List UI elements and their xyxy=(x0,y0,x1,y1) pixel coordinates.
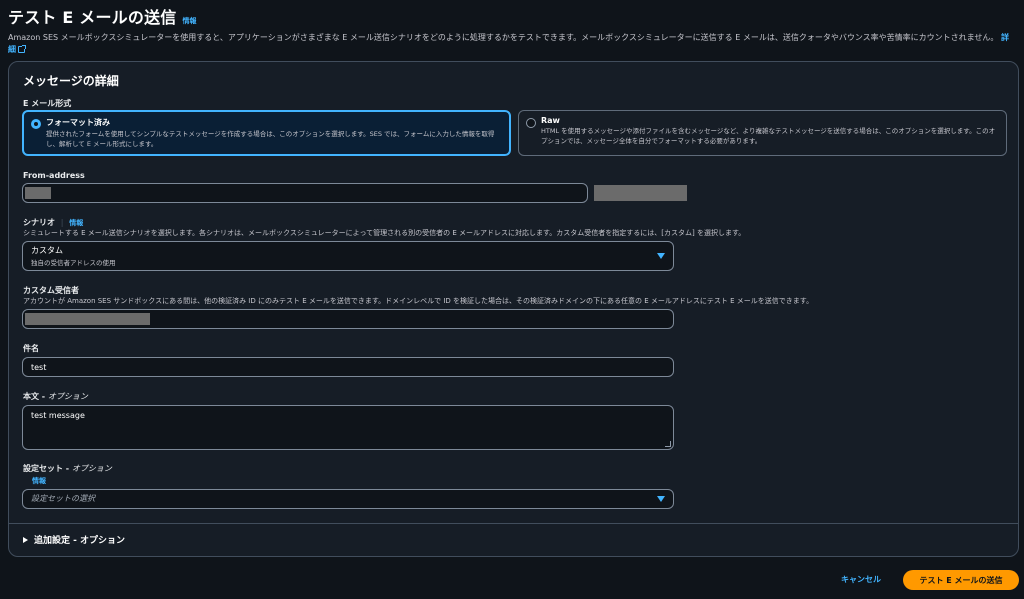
from-address-input[interactable] xyxy=(22,183,588,203)
body-text: test message xyxy=(31,411,85,420)
format-option-description: HTML を使用するメッセージや添付ファイルを含むメッセージなど、より複雑なテス… xyxy=(541,127,996,145)
message-details-panel: メッセージの詳細 E メール形式 フォーマット済み 提供されたフォームを使用して… xyxy=(8,61,1019,557)
caret-right-icon xyxy=(23,536,28,543)
info-link[interactable]: 情報 xyxy=(182,16,196,26)
config-optional-text: オプション xyxy=(71,464,112,473)
email-format-label: E メール形式 xyxy=(23,99,72,108)
description-text: Amazon SES メールボックスシミュレーターを使用すると、アプリケーション… xyxy=(8,33,999,42)
resize-handle-icon[interactable] xyxy=(665,441,671,447)
config-set-label: 設定セット - オプション xyxy=(23,463,112,474)
format-option-formatted[interactable]: フォーマット済み 提供されたフォームを使用してシンプルなテストメッセージを作成す… xyxy=(22,110,511,156)
additional-settings-expander[interactable]: 追加設定 - オプション xyxy=(23,533,125,546)
send-test-email-button[interactable]: テスト E メールの送信 xyxy=(903,570,1019,590)
subject-label: 件名 xyxy=(23,344,39,353)
body-textarea[interactable]: test message xyxy=(22,405,674,450)
page-header: テスト E メールの送信 情報 Amazon SES メールボックスシミュレータ… xyxy=(8,4,1016,56)
external-link-icon xyxy=(18,45,26,53)
redacted-value xyxy=(25,187,51,199)
redacted-value xyxy=(25,313,150,325)
scenario-selected-secondary: 独自の受信者アドレスの使用 xyxy=(31,259,116,267)
radio-unselected-icon[interactable] xyxy=(526,118,536,128)
format-option-raw[interactable]: Raw HTML を使用するメッセージや添付ファイルを含むメッセージなど、より複… xyxy=(518,110,1007,156)
cancel-button[interactable]: キャンセル xyxy=(830,570,892,588)
caret-down-icon xyxy=(657,253,665,259)
separator: | xyxy=(60,218,64,227)
scenario-label-text: シナリオ xyxy=(23,218,55,227)
format-option-title: フォーマット済み xyxy=(46,118,110,127)
section-title: メッセージの詳細 xyxy=(23,74,119,88)
page-title: テスト E メールの送信 xyxy=(8,8,177,27)
scenario-select[interactable]: カスタム 独自の受信者アドレスの使用 xyxy=(22,241,674,271)
divider xyxy=(9,523,1018,524)
from-address-label: From-address xyxy=(23,171,85,180)
scenario-info-link[interactable]: 情報 xyxy=(69,219,83,227)
additional-settings-label: 追加設定 - オプション xyxy=(34,536,126,546)
body-label-text: 本文 - xyxy=(23,392,48,401)
redacted-domain xyxy=(594,185,687,201)
page-description: Amazon SES メールボックスシミュレーターを使用すると、アプリケーション… xyxy=(8,32,1016,56)
scenario-description: シミュレートする E メール送信シナリオを選択します。各シナリオは、メールボック… xyxy=(23,229,746,237)
custom-recipient-input[interactable] xyxy=(22,309,674,329)
caret-down-icon xyxy=(657,496,665,502)
config-label-text: 設定セット - xyxy=(23,464,72,473)
config-info-link[interactable]: 情報 xyxy=(32,476,46,486)
scenario-selected-value: カスタム xyxy=(31,246,63,255)
subject-input[interactable]: test xyxy=(22,357,674,377)
custom-recipient-description: アカウントが Amazon SES サンドボックスにある間は、他の検証済み ID… xyxy=(23,297,814,305)
format-option-description: 提供されたフォームを使用してシンプルなテストメッセージを作成する場合は、このオプ… xyxy=(46,130,495,148)
custom-recipient-label: カスタム受信者 xyxy=(23,286,79,295)
config-set-placeholder: 設定セットの選択 xyxy=(31,494,95,503)
body-label: 本文 - オプション xyxy=(23,391,88,402)
body-optional-text: オプション xyxy=(47,392,88,401)
config-set-select[interactable]: 設定セットの選択 xyxy=(22,489,674,509)
format-option-title: Raw xyxy=(541,116,560,125)
scenario-label: シナリオ | 情報 xyxy=(23,217,83,228)
radio-selected-icon[interactable] xyxy=(31,119,41,129)
